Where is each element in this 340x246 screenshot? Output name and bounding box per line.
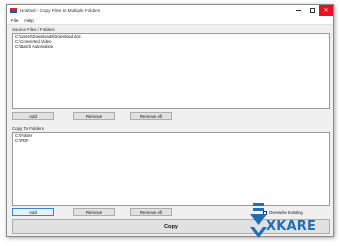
list-item[interactable]: C:\Batch Automation — [15, 44, 327, 50]
dest-add-button[interactable]: Add — [12, 208, 54, 216]
list-item[interactable]: C:\PDF — [15, 138, 327, 144]
source-files-list[interactable]: C:\Users\Downloads\Download.doc C:\Conve… — [12, 33, 330, 109]
source-add-button[interactable]: Add — [12, 112, 54, 120]
app-icon — [10, 8, 17, 13]
menu-file[interactable]: File — [11, 18, 18, 23]
window-title: Untitled - Copy Files to Multiple Folder… — [20, 8, 101, 13]
maximize-icon — [309, 8, 315, 13]
close-button[interactable]: ✕ — [319, 5, 333, 16]
window-controls: ✕ — [291, 5, 333, 16]
menu-bar: File Help — [7, 16, 333, 25]
minimize-button[interactable] — [291, 5, 305, 16]
xkare-logo: XKARE — [250, 200, 336, 242]
copy-to-folders-list[interactable]: C:\Folder C:\PDF — [12, 132, 330, 206]
menu-help[interactable]: Help — [24, 18, 33, 23]
copy-to-folders-label: Copy To Folders — [12, 126, 44, 131]
minimize-icon — [295, 10, 301, 11]
dest-remove-all-button[interactable]: Remove All — [130, 208, 172, 216]
title-bar[interactable]: Untitled - Copy Files to Multiple Folder… — [7, 5, 333, 16]
logo-wordmark: XKARE — [266, 219, 317, 234]
source-files-label: Source Files / Folders — [12, 27, 55, 32]
dest-remove-button[interactable]: Remove — [73, 208, 115, 216]
maximize-button[interactable] — [305, 5, 319, 16]
source-remove-all-button[interactable]: Remove All — [130, 112, 172, 120]
close-icon: ✕ — [323, 7, 329, 14]
source-remove-button[interactable]: Remove — [73, 112, 115, 120]
